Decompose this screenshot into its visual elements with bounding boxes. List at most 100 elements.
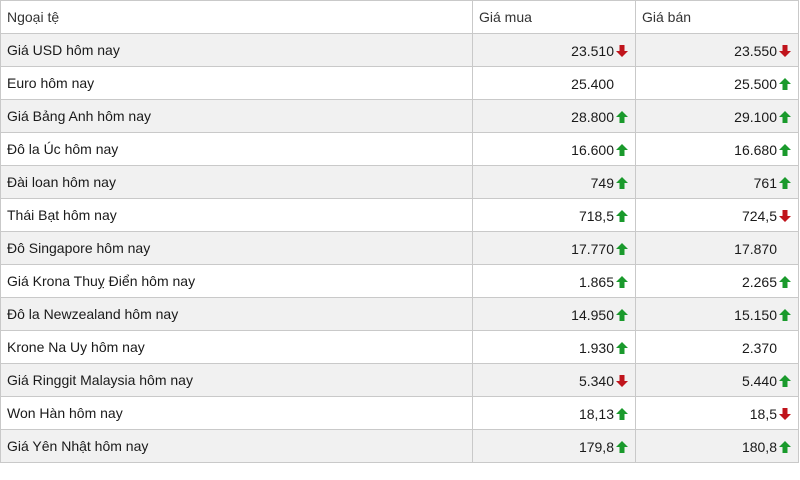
currency-name: Đô Singapore hôm nay — [0, 231, 473, 265]
currency-name: Giá USD hôm nay — [0, 33, 473, 67]
sell-price-value: 5.440 — [741, 372, 777, 389]
sell-price-value: 29.100 — [734, 108, 777, 125]
sell-price-cell: 23.550 — [635, 33, 799, 67]
arrow-up-icon — [615, 308, 629, 322]
buy-price-value: 1.865 — [578, 273, 614, 290]
currency-name: Đài loan hôm nay — [0, 165, 473, 199]
arrow-down-icon — [778, 44, 792, 58]
arrow-up-icon — [778, 308, 792, 322]
sell-price-cell: 29.100 — [635, 99, 799, 133]
column-header-buy: Giá mua — [472, 0, 636, 34]
sell-price-cell: 2.265 — [635, 264, 799, 298]
no-change-spacer — [778, 242, 792, 256]
sell-price-cell: 18,5 — [635, 396, 799, 430]
arrow-up-icon — [615, 110, 629, 124]
column-header-currency: Ngoại tệ — [0, 0, 473, 34]
arrow-up-icon — [778, 77, 792, 91]
arrow-up-icon — [778, 374, 792, 388]
column-header-sell: Giá bán — [635, 0, 799, 34]
table-row: Giá USD hôm nay 23.510 23.550 — [0, 33, 799, 67]
arrow-down-icon — [615, 44, 629, 58]
arrow-down-icon — [615, 374, 629, 388]
currency-name: Giá Ringgit Malaysia hôm nay — [0, 363, 473, 397]
table-row: Giá Krona Thuỵ Điển hôm nay 1.865 2.265 — [0, 264, 799, 298]
no-change-spacer — [615, 77, 629, 91]
buy-price-cell: 23.510 — [472, 33, 636, 67]
currency-name: Krone Na Uy hôm nay — [0, 330, 473, 364]
arrow-up-icon — [778, 275, 792, 289]
table-row: Euro hôm nay 25.400 25.500 — [0, 66, 799, 100]
table-row: Đài loan hôm nay 749 761 — [0, 165, 799, 199]
buy-price-cell: 179,8 — [472, 429, 636, 463]
table-row: Giá Ringgit Malaysia hôm nay 5.340 5.440 — [0, 363, 799, 397]
currency-name: Giá Bảng Anh hôm nay — [0, 99, 473, 133]
table-body: Giá USD hôm nay 23.510 23.550 Euro hôm nay 2… — [0, 33, 799, 463]
exchange-rate-page: Ngoại tệ Giá mua Giá bán Giá USD hôm nay… — [0, 0, 800, 480]
buy-price-value: 749 — [590, 174, 614, 191]
currency-name: Đô la Úc hôm nay — [0, 132, 473, 166]
buy-price-value: 179,8 — [578, 438, 614, 455]
table-row: Đô la Úc hôm nay 16.600 16.680 — [0, 132, 799, 166]
buy-price-cell: 1.930 — [472, 330, 636, 364]
arrow-up-icon — [615, 341, 629, 355]
sell-price-cell: 2.370 — [635, 330, 799, 364]
buy-price-value: 718,5 — [578, 207, 614, 224]
sell-price-cell: 16.680 — [635, 132, 799, 166]
arrow-up-icon — [615, 242, 629, 256]
table-row: Won Hàn hôm nay 18,13 18,5 — [0, 396, 799, 430]
sell-price-cell: 761 — [635, 165, 799, 199]
sell-price-value: 16.680 — [734, 141, 777, 158]
arrow-up-icon — [615, 143, 629, 157]
table-row: Krone Na Uy hôm nay 1.930 2.370 — [0, 330, 799, 364]
currency-name: Đô la Newzealand hôm nay — [0, 297, 473, 331]
sell-price-cell: 25.500 — [635, 66, 799, 100]
sell-price-value: 761 — [753, 174, 777, 191]
table-row: Thái Bạt hôm nay 718,5 724,5 — [0, 198, 799, 232]
buy-price-cell: 28.800 — [472, 99, 636, 133]
arrow-down-icon — [778, 209, 792, 223]
currency-name: Euro hôm nay — [0, 66, 473, 100]
arrow-up-icon — [615, 407, 629, 421]
buy-price-cell: 718,5 — [472, 198, 636, 232]
buy-price-cell: 5.340 — [472, 363, 636, 397]
arrow-down-icon — [778, 407, 792, 421]
sell-price-value: 17.870 — [734, 240, 777, 257]
arrow-up-icon — [615, 440, 629, 454]
buy-price-value: 28.800 — [571, 108, 614, 125]
sell-price-cell: 17.870 — [635, 231, 799, 265]
table-row: Giá Yên Nhật hôm nay 179,8 180,8 — [0, 429, 799, 463]
no-change-spacer — [778, 341, 792, 355]
sell-price-value: 18,5 — [749, 405, 777, 422]
buy-price-cell: 749 — [472, 165, 636, 199]
sell-price-cell: 180,8 — [635, 429, 799, 463]
buy-price-cell: 25.400 — [472, 66, 636, 100]
sell-price-cell: 724,5 — [635, 198, 799, 232]
buy-price-value: 1.930 — [578, 339, 614, 356]
arrow-up-icon — [778, 440, 792, 454]
buy-price-value: 25.400 — [571, 75, 614, 92]
buy-price-cell: 18,13 — [472, 396, 636, 430]
buy-price-value: 16.600 — [571, 141, 614, 158]
buy-price-cell: 1.865 — [472, 264, 636, 298]
arrow-up-icon — [615, 275, 629, 289]
currency-name: Thái Bạt hôm nay — [0, 198, 473, 232]
buy-price-cell: 14.950 — [472, 297, 636, 331]
sell-price-value: 2.265 — [741, 273, 777, 290]
buy-price-value: 14.950 — [571, 306, 614, 323]
currency-name: Giá Yên Nhật hôm nay — [0, 429, 473, 463]
sell-price-cell: 5.440 — [635, 363, 799, 397]
sell-price-value: 15.150 — [734, 306, 777, 323]
arrow-up-icon — [778, 110, 792, 124]
buy-price-value: 5.340 — [578, 372, 614, 389]
sell-price-cell: 15.150 — [635, 297, 799, 331]
sell-price-value: 23.550 — [734, 42, 777, 59]
table-row: Đô la Newzealand hôm nay 14.950 15.150 — [0, 297, 799, 331]
buy-price-cell: 16.600 — [472, 132, 636, 166]
buy-price-cell: 17.770 — [472, 231, 636, 265]
table-row: Đô Singapore hôm nay 17.770 17.870 — [0, 231, 799, 265]
arrow-up-icon — [615, 176, 629, 190]
arrow-up-icon — [778, 143, 792, 157]
buy-price-value: 23.510 — [571, 42, 614, 59]
arrow-up-icon — [615, 209, 629, 223]
currency-name: Won Hàn hôm nay — [0, 396, 473, 430]
